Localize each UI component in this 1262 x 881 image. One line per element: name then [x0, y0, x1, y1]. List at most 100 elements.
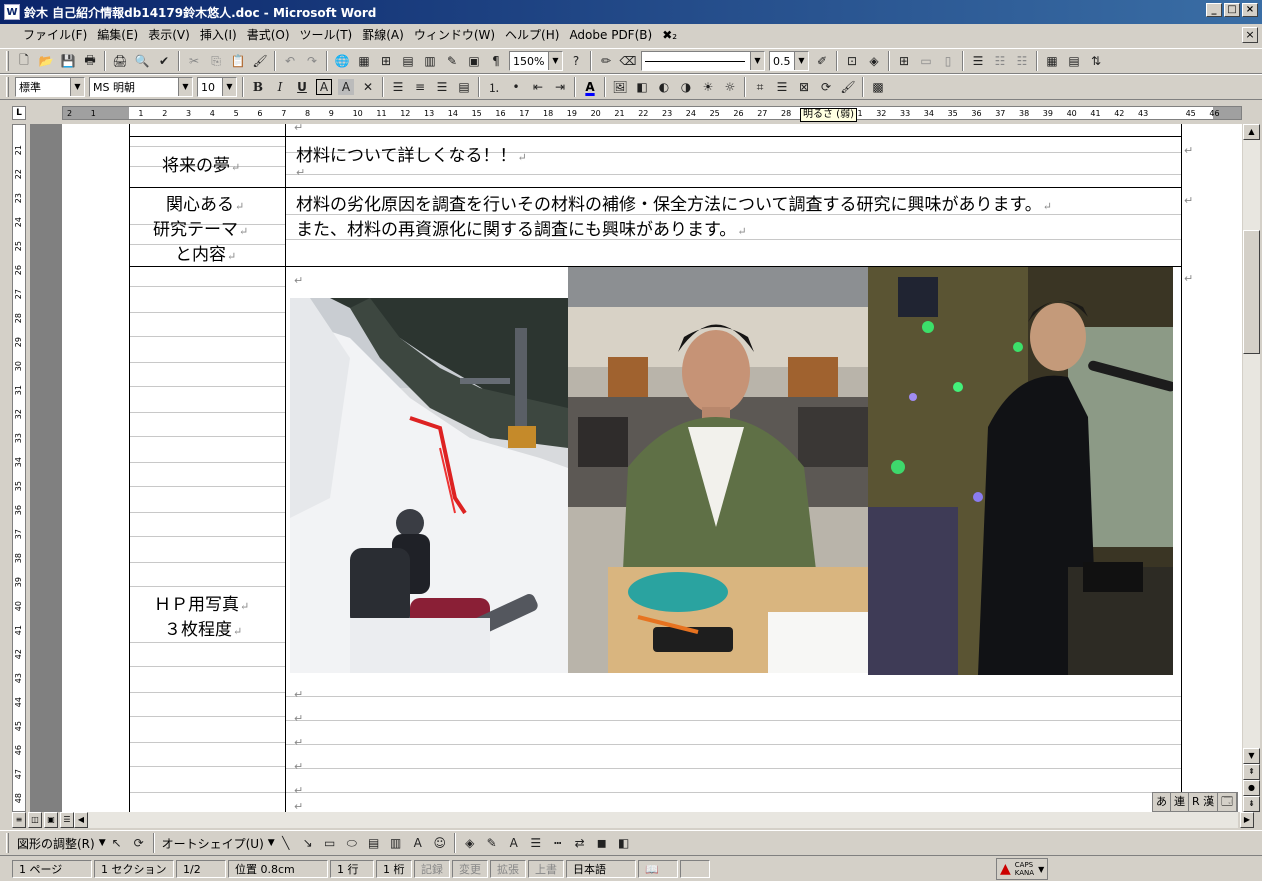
- spelling-status-icon[interactable]: 📖: [638, 859, 678, 878]
- eraser-icon[interactable]: ⌫: [617, 50, 639, 72]
- document-close-button[interactable]: ×: [1242, 27, 1258, 43]
- shading-icon[interactable]: ◈: [863, 50, 885, 72]
- chevron-down-icon[interactable]: ▼: [268, 838, 275, 848]
- font-color-draw-icon[interactable]: A: [503, 832, 525, 854]
- document-page[interactable]: ↵ 将来の夢↵ 材料について詳しくなる！！↵ ↵ ↵ 関心ある↵ 研究テーマ↵ …: [62, 124, 1242, 812]
- distribute-icon[interactable]: ▤: [453, 76, 475, 98]
- bullets-icon[interactable]: •: [505, 76, 527, 98]
- scroll-down-icon[interactable]: ▼: [1243, 748, 1260, 764]
- save-icon[interactable]: 💾: [57, 50, 79, 72]
- new-document-icon[interactable]: 🗋: [13, 50, 35, 72]
- align-right-icon[interactable]: ☰: [431, 76, 453, 98]
- vertical-ruler[interactable]: 21 22 23 24 25 26 27 28 29 30 31 32 33 34 35 36 37 38 39 40…: [12, 124, 26, 812]
- vertical-text-box-icon[interactable]: ▥: [385, 832, 407, 854]
- italic-button[interactable]: I: [269, 76, 291, 98]
- char-border-button[interactable]: A: [316, 79, 332, 95]
- document-area[interactable]: ↵ 将来の夢↵ 材料について詳しくなる！！↵ ↵ ↵ 関心ある↵ 研究テーマ↵ …: [30, 124, 1242, 812]
- zoom-select[interactable]: 150% ▼: [509, 51, 563, 71]
- menu-extra-icon[interactable]: ✖₂: [657, 25, 682, 45]
- research-content-line2[interactable]: また、材料の再資源化に関する調査にも興味があります。↵: [296, 215, 747, 240]
- paste-icon[interactable]: 📋: [227, 50, 249, 72]
- draw-menu[interactable]: 図形の調整(R): [13, 835, 99, 852]
- cut-icon[interactable]: ✂: [183, 50, 205, 72]
- karaoke-photo[interactable]: [868, 267, 1173, 675]
- align-center-icon[interactable]: ≡: [409, 76, 431, 98]
- browse-object-icon[interactable]: ●: [1243, 780, 1260, 796]
- line-style-select[interactable]: ▼: [641, 51, 765, 71]
- columns-icon[interactable]: ▥: [419, 50, 441, 72]
- print-icon[interactable]: 🖨: [109, 50, 131, 72]
- status-rec[interactable]: 記録: [414, 859, 450, 878]
- compress-icon[interactable]: ⊠: [793, 76, 815, 98]
- free-rotate-icon[interactable]: ⟳: [128, 832, 150, 854]
- decrease-indent-icon[interactable]: ⇤: [527, 76, 549, 98]
- dash-style-icon[interactable]: ┅: [547, 832, 569, 854]
- tab-selector[interactable]: L: [12, 106, 26, 120]
- ime-pad-icon[interactable]: 🗔: [1218, 793, 1238, 811]
- oval-icon[interactable]: ⬭: [341, 832, 363, 854]
- close-button[interactable]: ×: [1242, 3, 1258, 17]
- maximize-button[interactable]: □: [1224, 3, 1240, 17]
- split-cells-icon[interactable]: ▯: [937, 50, 959, 72]
- chevron-down-icon[interactable]: ▼: [750, 52, 764, 70]
- menu-window[interactable]: ウィンドウ(W): [409, 25, 500, 45]
- previous-page-icon[interactable]: ⇞: [1243, 764, 1260, 780]
- copy-icon[interactable]: ⎘: [205, 50, 227, 72]
- scroll-thumb[interactable]: [1243, 230, 1260, 354]
- line-icon[interactable]: ╲: [275, 832, 297, 854]
- show-hide-icon[interactable]: ¶: [485, 50, 507, 72]
- style-select[interactable]: 標準 ▼: [15, 77, 85, 97]
- chevron-down-icon[interactable]: ▼: [548, 52, 562, 70]
- toolbar-grip[interactable]: [6, 51, 9, 71]
- chevron-down-icon[interactable]: ▼: [70, 78, 84, 96]
- scroll-up-icon[interactable]: ▲: [1243, 124, 1260, 140]
- distribute-rows-icon[interactable]: ☷: [989, 50, 1011, 72]
- fill-color-icon[interactable]: ◈: [459, 832, 481, 854]
- drawing-icon[interactable]: ✎: [441, 50, 463, 72]
- hyperlink-icon[interactable]: 🌐: [331, 50, 353, 72]
- wordart-icon[interactable]: A: [407, 832, 429, 854]
- autoshapes-menu[interactable]: オートシェイプ(U): [158, 835, 268, 852]
- increase-indent-icon[interactable]: ⇥: [549, 76, 571, 98]
- font-color-button[interactable]: A: [579, 76, 601, 98]
- insert-table-2-icon[interactable]: ⊞: [893, 50, 915, 72]
- align-justify-icon[interactable]: ☰: [387, 76, 409, 98]
- menu-format[interactable]: 書式(O): [242, 25, 295, 45]
- distribute-cols-icon[interactable]: ☷: [1011, 50, 1033, 72]
- merge-cells-icon[interactable]: ▭: [915, 50, 937, 72]
- menu-insert[interactable]: 挿入(I): [195, 25, 242, 45]
- text-direction-icon[interactable]: ▤: [1063, 50, 1085, 72]
- border-color-icon[interactable]: ✐: [811, 50, 833, 72]
- text-box-icon[interactable]: ▤: [363, 832, 385, 854]
- line-color-icon[interactable]: ✎: [481, 832, 503, 854]
- 3d-icon[interactable]: ◧: [613, 832, 635, 854]
- chevron-down-icon[interactable]: ▼: [222, 78, 236, 96]
- image-control-icon[interactable]: ◧: [631, 76, 653, 98]
- menu-file[interactable]: ファイル(F): [18, 25, 92, 45]
- toolbar-grip[interactable]: [6, 833, 9, 853]
- font-size-select[interactable]: 10 ▼: [197, 77, 237, 97]
- rectangle-icon[interactable]: ▭: [319, 832, 341, 854]
- crop-icon[interactable]: ⌗: [749, 76, 771, 98]
- chevron-down-icon[interactable]: ▼: [99, 838, 106, 848]
- char-shading-button[interactable]: A: [338, 79, 354, 95]
- chevron-down-icon[interactable]: ▼: [794, 52, 808, 70]
- numbering-icon[interactable]: ⒈: [483, 76, 505, 98]
- arrow-style-icon[interactable]: ⇄: [569, 832, 591, 854]
- horizontal-scrollbar[interactable]: [88, 812, 1238, 828]
- document-map-icon[interactable]: ▣: [463, 50, 485, 72]
- ime-conversion-mode[interactable]: 連: [1171, 793, 1189, 811]
- dream-content[interactable]: 材料について詳しくなる！！↵: [296, 141, 527, 166]
- arrow-icon[interactable]: ↘: [297, 832, 319, 854]
- portrait-photo[interactable]: [568, 267, 868, 673]
- ime-mode-hiragana[interactable]: あ: [1153, 793, 1171, 811]
- select-objects-icon[interactable]: ↖: [106, 832, 128, 854]
- transparent-color-icon[interactable]: ▩: [867, 76, 889, 98]
- more-contrast-icon[interactable]: ◐: [653, 76, 675, 98]
- less-brightness-icon[interactable]: ☼: [719, 76, 741, 98]
- research-content-line1[interactable]: 材料の劣化原因を調査を行いその材料の補修・保全方法について調査する研究に興味があ…: [296, 190, 1052, 215]
- menu-help[interactable]: ヘルプ(H): [500, 25, 564, 45]
- language-bar[interactable]: ▲ CAPS KANA ▼: [996, 858, 1049, 880]
- line-style-draw-icon[interactable]: ☰: [525, 832, 547, 854]
- print-layout-view-icon[interactable]: ▣: [44, 812, 58, 828]
